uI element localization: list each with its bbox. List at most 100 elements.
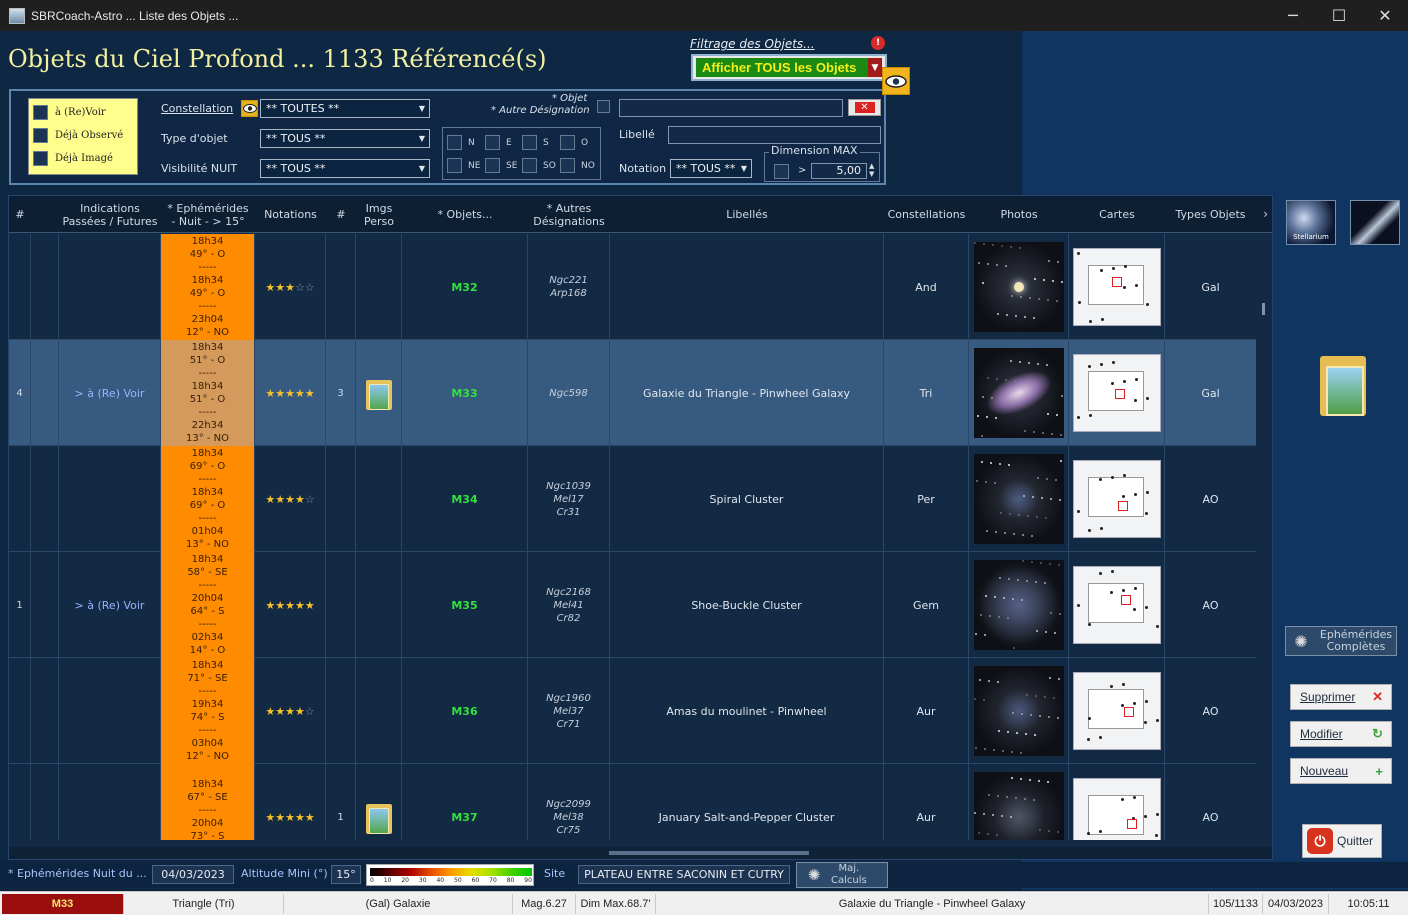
row-object[interactable]: M37 [402,764,528,840]
minimize-button[interactable]: ─ [1270,0,1316,31]
object-photo[interactable] [973,454,1064,544]
col-photos[interactable]: Photos [969,196,1069,233]
ephemerides-complete-button[interactable]: ✺ Ephémérides Complètes [1285,626,1397,656]
maximize-button[interactable]: ☐ [1316,0,1362,31]
legend-image[interactable]: Déjà Imagé [33,151,113,166]
row-photo[interactable] [969,340,1069,446]
dir-se[interactable]: SE [485,158,517,173]
dir-e[interactable]: E [485,135,512,150]
notation-select[interactable]: ** TOUS ** ▼ [670,159,752,178]
table-row[interactable]: 18h34 49° - O ----- 18h34 49° - O ----- 23h04 1… [9,234,1256,340]
object-photo[interactable] [973,772,1064,840]
row-object[interactable]: M32 [402,234,528,340]
spinner-icon[interactable]: ▲ ▼ [869,162,874,178]
folder-icon[interactable] [365,800,392,834]
row-chart[interactable] [1069,340,1165,446]
row-chart[interactable] [1069,658,1165,764]
object-photo[interactable] [973,242,1064,332]
scroll-thumb[interactable] [1262,303,1265,315]
vertical-scrollbar[interactable] [1256,233,1272,843]
row-images[interactable] [356,764,402,840]
row-chart[interactable] [1069,446,1165,552]
row-chart[interactable] [1069,552,1165,658]
chevron-right-icon[interactable]: › [1263,207,1268,221]
table-row[interactable]: 18h34 69° - O ----- 18h34 69° - O ----- 01h04 1… [9,446,1256,552]
star-chart-image[interactable] [1072,354,1161,432]
checkbox[interactable] [33,151,48,166]
star-chart-image[interactable] [1072,778,1161,840]
row-photo[interactable] [969,446,1069,552]
scroll-thumb[interactable] [609,851,809,855]
col-notations[interactable]: Notations [255,196,326,233]
folder-icon[interactable] [1318,352,1368,418]
row-photo[interactable] [969,764,1069,840]
star-chart-image[interactable] [1072,460,1161,538]
star-chart-image[interactable] [1072,672,1161,750]
object-checkbox[interactable] [597,100,610,113]
row-chart[interactable] [1069,234,1165,340]
object-input[interactable] [619,99,843,117]
row-object[interactable]: M33 [402,340,528,446]
legend-revoir[interactable]: à (Re)Voir [33,105,106,120]
col-hash[interactable]: # [326,196,356,233]
apply-filter-eye-icon[interactable] [882,67,910,95]
row-object[interactable]: M35 [402,552,528,658]
col-libelles[interactable]: Libellés [610,196,884,233]
new-button[interactable]: Nouveau + [1290,758,1392,784]
col-indications[interactable]: Indications Passées / Futures [59,196,161,233]
close-button[interactable]: ✕ [1362,0,1408,31]
table-row[interactable]: 18h3467° - SE-----20h0473° - S----- ★★★★… [9,764,1256,840]
col-autres[interactable]: * Autres Désignations [528,196,610,233]
delete-button[interactable]: Supprimer ✕ [1290,684,1392,710]
star-chart-image[interactable] [1072,248,1161,326]
filter-objects-select[interactable]: Afficher TOUS les Objets ▼ [691,54,887,81]
table-row[interactable]: 1 > à (Re) Voir 18h34 58° - SE ----- 20h04 6… [9,552,1256,658]
dimension-checkbox[interactable] [774,164,789,179]
table-row[interactable]: 18h34 71° - SE ----- 19h34 74° - S ----- 03h04… [9,658,1256,764]
col-num[interactable]: # [9,196,31,233]
dir-n[interactable]: N [447,135,475,150]
clear-button[interactable]: ✕ [848,99,881,116]
star-chart-image[interactable] [1072,566,1161,644]
comet-icon[interactable] [1350,200,1400,245]
table-row[interactable]: 4 > à (Re) Voir 18h34 51° - O ----- 18h34 51… [9,340,1256,446]
dir-s[interactable]: S [522,135,549,150]
row-images[interactable] [356,340,402,446]
legend-observe[interactable]: Déjà Observé [33,128,123,143]
dir-no[interactable]: NO [560,158,595,173]
row-photo[interactable] [969,658,1069,764]
ephemerides-date-input[interactable]: 04/03/2023 [152,865,234,884]
stellarium-button[interactable]: Stellarium [1286,200,1336,245]
checkbox[interactable] [33,128,48,143]
visibility-select[interactable]: ** TOUS ** ▼ [260,159,430,178]
col-constellations[interactable]: Constellations [884,196,969,233]
constellation-select[interactable]: ** TOUTES ** ▼ [260,99,430,118]
object-photo[interactable] [973,560,1064,650]
update-calculations-button[interactable]: ✺ Maj. Calculs [796,862,888,888]
col-ephemerides[interactable]: * Ephémérides - Nuit - > 15° [161,196,255,233]
checkbox[interactable] [33,105,48,120]
dir-so[interactable]: SO [522,158,556,173]
site-select[interactable]: PLATEAU ENTRE SACONIN ET CUTRY [578,865,790,884]
altitude-input[interactable]: 15° [331,865,361,884]
row-object[interactable]: M34 [402,446,528,552]
libelle-input[interactable] [668,126,881,144]
object-photo[interactable] [973,666,1064,756]
row-photo[interactable] [969,234,1069,340]
col-cartes[interactable]: Cartes [1069,196,1165,233]
dimension-input[interactable]: 5,00 [811,163,867,179]
dir-o[interactable]: O [560,135,588,150]
col-types[interactable]: Types Objets [1165,196,1256,233]
row-chart[interactable] [1069,764,1165,840]
row-photo[interactable] [969,552,1069,658]
constellation-eye-icon[interactable] [241,100,258,117]
object-photo[interactable] [973,348,1064,438]
quit-button[interactable]: ⏻ Quitter [1302,824,1382,858]
type-select[interactable]: ** TOUS ** ▼ [260,129,430,148]
dir-ne[interactable]: NE [447,158,480,173]
horizontal-scrollbar[interactable] [9,847,1272,859]
col-objets[interactable]: * Objets... [402,196,528,233]
row-object[interactable]: M36 [402,658,528,764]
modify-button[interactable]: Modifier ↻ [1290,721,1392,747]
folder-icon[interactable] [365,376,392,410]
